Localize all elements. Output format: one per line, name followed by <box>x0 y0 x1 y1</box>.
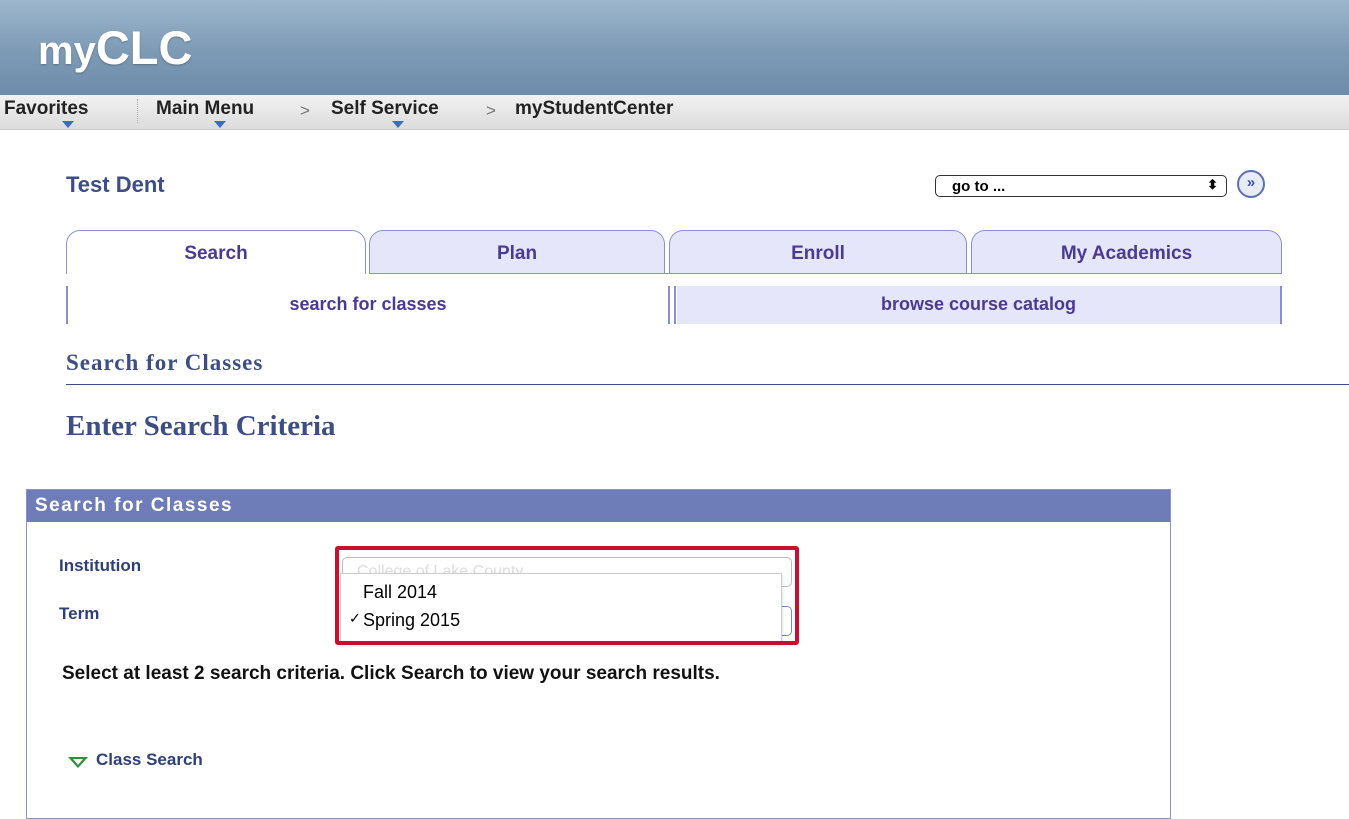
tab-search[interactable]: Search <box>66 230 366 274</box>
chevron-down-icon[interactable] <box>214 121 226 128</box>
tab-label: Enroll <box>791 243 845 264</box>
subtab-divider <box>66 286 68 324</box>
student-name: Test Dent <box>66 172 165 197</box>
title-divider <box>66 384 1349 385</box>
tab-label: Search <box>184 243 248 264</box>
tab-enroll[interactable]: Enroll <box>669 230 967 274</box>
instructions-text: Select at least 2 search criteria. Click… <box>62 663 720 684</box>
expand-triangle-inner <box>73 759 83 765</box>
subtab-label: search for classes <box>289 294 447 314</box>
nav-main-menu[interactable]: Main Menu <box>156 98 254 120</box>
subtab-label: browse course catalog <box>880 294 1077 314</box>
term-label: Term <box>59 604 100 623</box>
nav-current-page: myStudentCenter <box>515 98 674 119</box>
breadcrumb-separator-icon: > <box>300 101 310 120</box>
criteria-heading: Enter Search Criteria <box>66 410 336 442</box>
subtab-divider <box>674 286 676 324</box>
goto-select-value: go to ... <box>952 178 1006 195</box>
subtab-search-for-classes[interactable]: search for classes <box>68 286 668 324</box>
breadcrumb-separator-icon: > <box>486 101 496 120</box>
logo-prefix: my <box>38 29 96 73</box>
logo-main: CLC <box>95 21 193 74</box>
nav-self-service[interactable]: Self Service <box>331 98 439 120</box>
mycl-logo[interactable]: myCLC <box>38 20 192 75</box>
chevron-down-icon[interactable] <box>392 121 404 128</box>
tab-my-academics[interactable]: My Academics <box>971 230 1282 274</box>
tab-label: My Academics <box>1060 243 1193 264</box>
select-arrows-icon: ⬍ <box>1207 177 1218 192</box>
tab-label: Plan <box>496 243 538 264</box>
tab-plan[interactable]: Plan <box>369 230 665 274</box>
annotation-highlight <box>335 546 799 645</box>
page-title: Search for Classes <box>66 350 264 375</box>
goto-select[interactable]: go to ... ⬍ <box>935 175 1227 197</box>
chevron-down-icon[interactable] <box>62 121 74 128</box>
panel-header: Search for Classes <box>27 490 1170 522</box>
double-chevron-right-icon: » <box>1246 174 1256 191</box>
subtab-browse-course-catalog[interactable]: browse course catalog <box>677 286 1280 324</box>
subtab-divider <box>1280 286 1282 324</box>
tab-baseline <box>369 273 1282 274</box>
nav-divider <box>137 99 138 123</box>
subtab-divider <box>668 286 670 324</box>
breadcrumb-nav: Favorites Main Menu > Self Service > myS… <box>0 95 1349 130</box>
goto-button[interactable]: » <box>1237 170 1265 198</box>
app-header: myCLC <box>0 0 1349 95</box>
institution-label: Institution <box>59 556 142 575</box>
nav-favorites[interactable]: Favorites <box>4 98 88 120</box>
class-search-section-toggle[interactable]: Class Search <box>96 750 203 770</box>
